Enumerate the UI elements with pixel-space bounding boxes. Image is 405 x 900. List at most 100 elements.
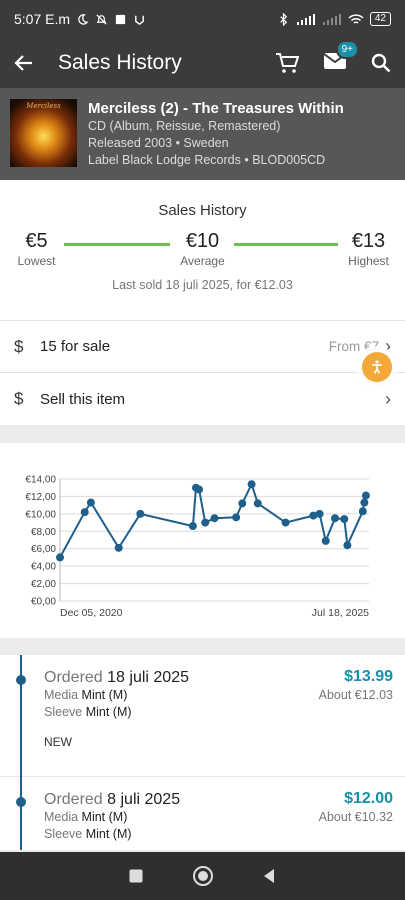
sleeve-label: Sleeve <box>44 705 83 719</box>
lowest-value: €5 <box>25 230 48 252</box>
y-tick-label: €4,00 <box>31 562 56 573</box>
price-point <box>253 499 262 508</box>
highest-label: Highest <box>348 254 389 268</box>
sell-item-row[interactable]: $ Sell this item › <box>0 372 405 425</box>
timeline-line <box>20 655 22 777</box>
battery-indicator: 42 <box>369 12 391 26</box>
sleeve-condition: Mint (M) <box>85 827 132 841</box>
stat-lowest: €5 Lowest <box>14 230 59 268</box>
recents-square-icon[interactable] <box>128 868 144 884</box>
app-notification-icon-2 <box>135 15 144 25</box>
media-label: Media <box>44 810 79 824</box>
timeline-line <box>20 777 22 850</box>
sales-summary: Sales History €5 Lowest €10 Average €13 … <box>0 180 405 320</box>
price-point <box>331 514 340 523</box>
y-tick-label: €6,00 <box>31 544 56 555</box>
order-date: 18 juli 2025 <box>107 669 189 686</box>
order-item[interactable]: Ordered 18 juli 2025 $13.99 About €12.03… <box>0 655 405 777</box>
app-bar: Sales History 9+ <box>0 38 405 88</box>
back-triangle-icon[interactable] <box>261 868 277 884</box>
price-point <box>361 491 370 500</box>
moon-icon <box>78 13 89 25</box>
price-point <box>80 508 89 517</box>
media-condition: Mint (M) <box>81 688 128 702</box>
range-bar-left <box>64 243 170 246</box>
order-tag: NEW <box>44 735 72 749</box>
app-notification-icon <box>115 14 126 24</box>
order-price-usd: $13.99 <box>344 668 393 685</box>
price-point <box>188 522 197 531</box>
price-point <box>232 513 241 522</box>
media-condition: Mint (M) <box>81 810 128 824</box>
for-sale-row[interactable]: $ 15 for sale From €7 › <box>0 320 405 372</box>
sales-chart-card: €0,00 €2,00 €4,00 €6,00 €8,00 €10,00 €12,00 €14… <box>0 443 405 638</box>
y-tick-label: €10,00 <box>25 509 56 520</box>
accessibility-icon <box>372 360 382 374</box>
sell-item-label: Sell this item <box>40 390 126 408</box>
price-point <box>238 499 247 508</box>
cover-logo: Merciless <box>26 102 61 110</box>
order-date: 8 juli 2025 <box>107 791 181 808</box>
y-tick-label: €12,00 <box>25 492 56 503</box>
order-price-usd: $12.00 <box>344 790 393 807</box>
chevron-right-icon: › <box>385 388 391 409</box>
x-tick-label: Jul 18, 2025 <box>312 607 369 619</box>
price-point <box>136 509 145 518</box>
price-point <box>281 518 290 527</box>
price-point <box>358 507 367 516</box>
stat-highest: €13 Highest <box>346 230 391 268</box>
price-point <box>247 480 256 489</box>
range-bar-right <box>234 243 338 246</box>
signal-icon <box>296 13 315 25</box>
bell-off-icon <box>96 13 107 25</box>
dollar-icon: $ <box>14 336 24 356</box>
y-tick-label: €0,00 <box>31 597 56 608</box>
bluetooth-icon <box>280 12 288 26</box>
price-point <box>343 541 352 550</box>
order-price-eur: About €10.32 <box>318 810 393 824</box>
release-date-country: Released 2003 • Sweden <box>88 136 229 150</box>
release-title: Merciless (2) - The Treasures Within <box>88 100 344 117</box>
back-arrow-icon[interactable] <box>14 53 34 73</box>
release-format: CD (Album, Reissue, Remastered) <box>88 119 281 133</box>
y-tick-label: €2,00 <box>31 579 56 590</box>
order-item[interactable]: Ordered 8 juli 2025 $12.00 About €10.32 … <box>0 777 405 850</box>
inbox-button[interactable]: 9+ <box>323 39 359 75</box>
chevron-right-icon: › <box>385 336 391 356</box>
dollar-icon: $ <box>14 389 24 408</box>
price-point <box>56 553 64 562</box>
signal-icon-2 <box>322 13 341 25</box>
price-point <box>340 515 349 524</box>
average-label: Average <box>180 254 225 268</box>
last-sold-text: Last sold 18 juli 2025, for €12.03 <box>112 278 293 292</box>
price-point <box>315 509 324 518</box>
summary-heading: Sales History <box>158 202 247 219</box>
sales-price-chart: €0,00 €2,00 €4,00 €6,00 €8,00 €10,00 €12,00 €14… <box>25 475 370 619</box>
for-sale-label: 15 for sale <box>40 338 111 355</box>
accessibility-button[interactable] <box>362 352 392 382</box>
cart-icon[interactable] <box>275 52 299 74</box>
system-nav-bar <box>0 852 405 900</box>
ordered-label: Ordered <box>44 791 103 808</box>
status-bar: 5:07 E.m 42 <box>0 0 405 38</box>
inbox-badge: 9+ <box>335 39 359 59</box>
timeline-dot <box>16 675 26 685</box>
y-tick-label: €8,00 <box>31 527 56 538</box>
sleeve-label: Sleeve <box>44 827 83 841</box>
order-price-eur: About €12.03 <box>318 688 393 702</box>
price-point <box>86 498 95 507</box>
release-header[interactable]: Merciless Merciless (2) - The Treasures … <box>0 88 405 180</box>
lowest-label: Lowest <box>17 254 56 268</box>
highest-value: €13 <box>351 230 386 252</box>
average-value: €10 <box>185 230 220 252</box>
price-point <box>360 498 369 507</box>
search-icon[interactable] <box>371 53 391 73</box>
sleeve-condition: Mint (M) <box>85 705 132 719</box>
page-title: Sales History <box>58 51 182 74</box>
price-point <box>195 485 204 494</box>
timeline-dot <box>16 797 26 807</box>
price-point <box>210 514 219 523</box>
price-point <box>114 543 123 552</box>
home-circle-icon[interactable] <box>192 865 214 887</box>
price-point <box>201 518 210 527</box>
